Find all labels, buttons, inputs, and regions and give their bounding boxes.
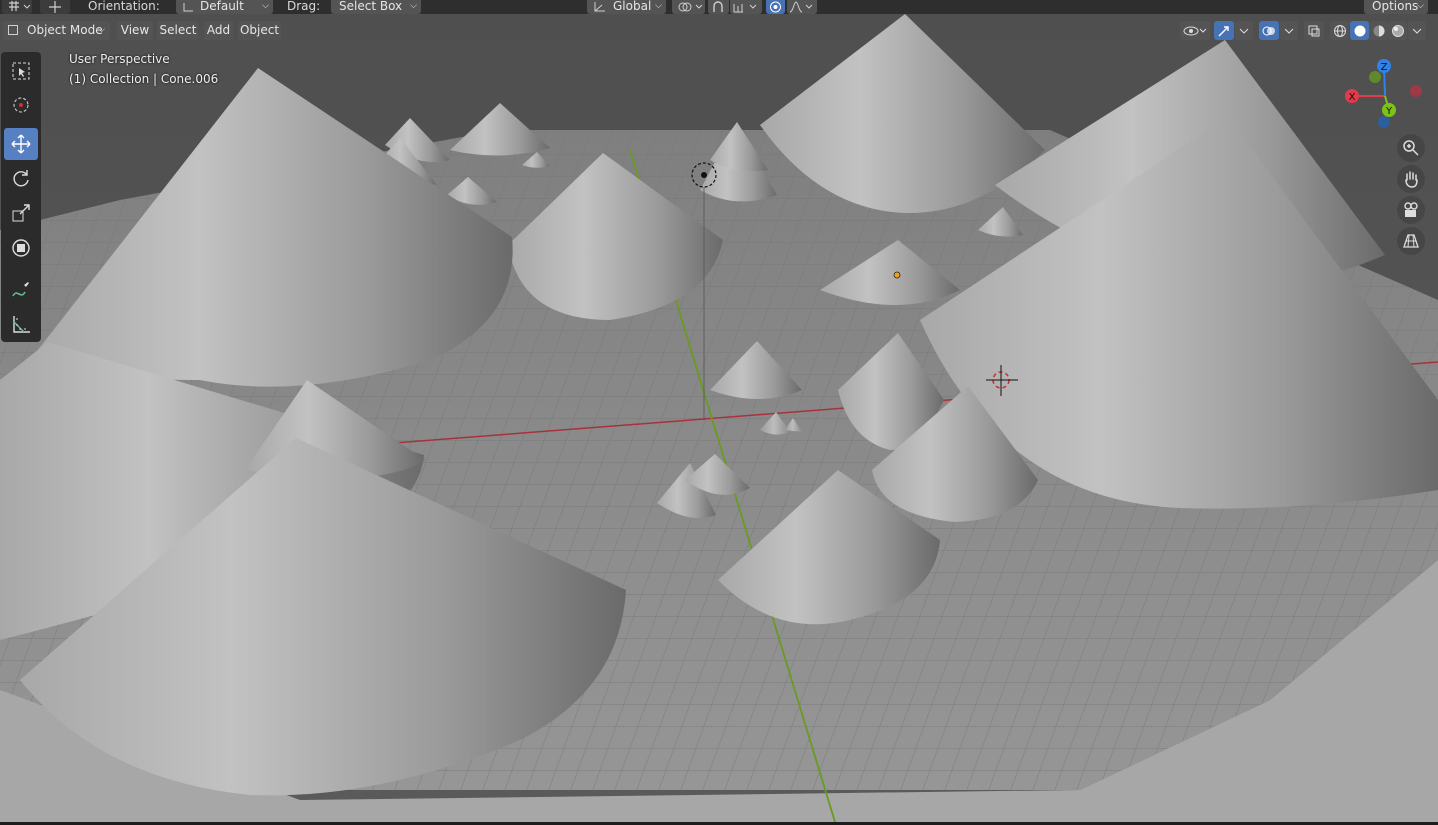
menu-select[interactable]: Select [157,21,199,40]
view-perspective-label: User Perspective [69,52,170,66]
options-dropdown[interactable]: Options ⌵ [1364,0,1428,14]
annotate-icon [12,282,29,297]
drag-label: Drag: [287,0,321,13]
pivot-point-dropdown[interactable] [672,0,705,14]
chevron-down-icon [1284,28,1294,34]
transform-icon [12,239,30,257]
drag-value: Select Box [339,0,403,13]
active-object-info: (1) Collection | Cone.006 [69,72,219,86]
neg-x-axis-handle [1410,85,1422,97]
shading-dropdown[interactable] [1408,21,1426,40]
ortho-grid-icon [1403,234,1419,248]
tool-move[interactable] [4,128,38,160]
snap-icon [713,1,723,12]
gizmo-icon [1218,25,1229,36]
tool-rotate[interactable] [4,162,38,194]
pan-hand-icon [1405,171,1418,188]
zoom-icon [1403,140,1419,156]
menu-view[interactable]: View [117,21,153,40]
gizmo-dropdown[interactable] [1235,21,1253,40]
visibility-dropdown[interactable] [1180,21,1210,40]
transform-orientation-icon [594,2,605,12]
shading-rendered[interactable] [1388,21,1407,40]
3d-viewport[interactable] [0,14,1438,822]
gizmo-toggle[interactable] [1214,21,1234,40]
tool-shelf [1,52,41,342]
editor-type-icon [9,1,31,11]
transform-tool-button[interactable] [40,0,70,14]
overlays-icon [1262,26,1275,35]
tool-select-box[interactable] [4,55,38,87]
tool-scale[interactable] [4,197,38,229]
object-mode-label: Object Mode [27,23,103,37]
chevron-down-icon [1239,28,1249,34]
object-origin-marker [893,271,901,279]
transform-orientation-value: Global [613,0,652,13]
chevron-down-icon: ⌵ [1417,1,1424,11]
zoom-button[interactable] [1397,134,1425,162]
material-sphere-icon [1373,25,1384,36]
move-icon [11,134,31,154]
axis-gizmo: Z X Y [1345,59,1422,128]
camera-icon [1404,202,1418,217]
select-box-icon [12,62,30,80]
rendered-sphere-icon [1391,24,1404,37]
object-mode-icon [8,25,18,35]
cursor-icon [13,97,29,113]
x-axis-label: X [1349,92,1356,103]
cursor-transform-icon [49,1,61,13]
tool-transform[interactable] [4,232,38,264]
chevron-down-icon [1412,28,1422,34]
eye-icon [1183,26,1207,35]
falloff-dropdown[interactable] [787,0,817,14]
shading-solid[interactable] [1350,21,1369,40]
tool-measure[interactable] [4,308,38,340]
overlays-dropdown[interactable] [1280,21,1298,40]
transform-orientation-dropdown[interactable]: Global ⌵ [587,0,666,14]
shading-material[interactable] [1369,21,1388,40]
snap-increment-icon [733,4,757,13]
chevron-down-icon: ⌵ [98,25,105,35]
viewport-scene [0,14,1438,822]
navigation-gizmo[interactable]: Z X Y [1340,56,1430,132]
options-label: Options [1372,0,1419,13]
overlays-toggle[interactable] [1259,21,1279,40]
solid-sphere-icon [1354,25,1365,36]
ortho-toggle-button[interactable] [1397,227,1425,255]
chevron-down-icon: ⌵ [410,1,417,11]
wireframe-sphere-icon [1333,24,1346,37]
pan-button[interactable] [1397,165,1425,193]
xray-icon [1308,25,1320,36]
orientation-label: Orientation: [88,0,160,13]
chevron-down-icon: ⌵ [262,1,269,11]
tool-settings-bar: Orientation: Default ⌵ Drag: Select Box … [0,0,1438,14]
drag-dropdown[interactable]: Select Box ⌵ [331,0,421,14]
proportional-edit-toggle[interactable] [766,0,785,14]
orientation-value: Default [200,0,244,13]
scale-icon [12,204,30,222]
object-mode-dropdown[interactable]: Object Mode ⌵ [3,21,110,40]
pivot-point-icon [678,2,703,12]
editor-type-button[interactable] [2,0,32,14]
shading-wireframe[interactable] [1330,21,1349,40]
neg-y-axis-handle [1369,71,1381,83]
menu-object[interactable]: Object [238,21,281,40]
snap-toggle[interactable] [708,0,729,14]
orientation-icon [183,3,193,12]
snap-target-dropdown[interactable] [730,0,762,14]
neg-z-axis-handle [1378,116,1390,128]
falloff-icon [789,1,813,13]
y-axis-label: Y [1385,106,1393,117]
orientation-dropdown[interactable]: Default ⌵ [176,0,273,14]
proportional-edit-icon [770,1,781,13]
measure-icon [13,316,30,333]
xray-toggle[interactable] [1304,21,1324,40]
tool-cursor[interactable] [4,89,38,121]
tool-annotate[interactable] [4,274,38,306]
rotate-icon [13,170,29,187]
camera-view-button[interactable] [1397,196,1425,224]
menu-add[interactable]: Add [204,21,233,40]
z-axis-label: Z [1381,62,1388,73]
chevron-down-icon: ⌵ [655,1,662,11]
